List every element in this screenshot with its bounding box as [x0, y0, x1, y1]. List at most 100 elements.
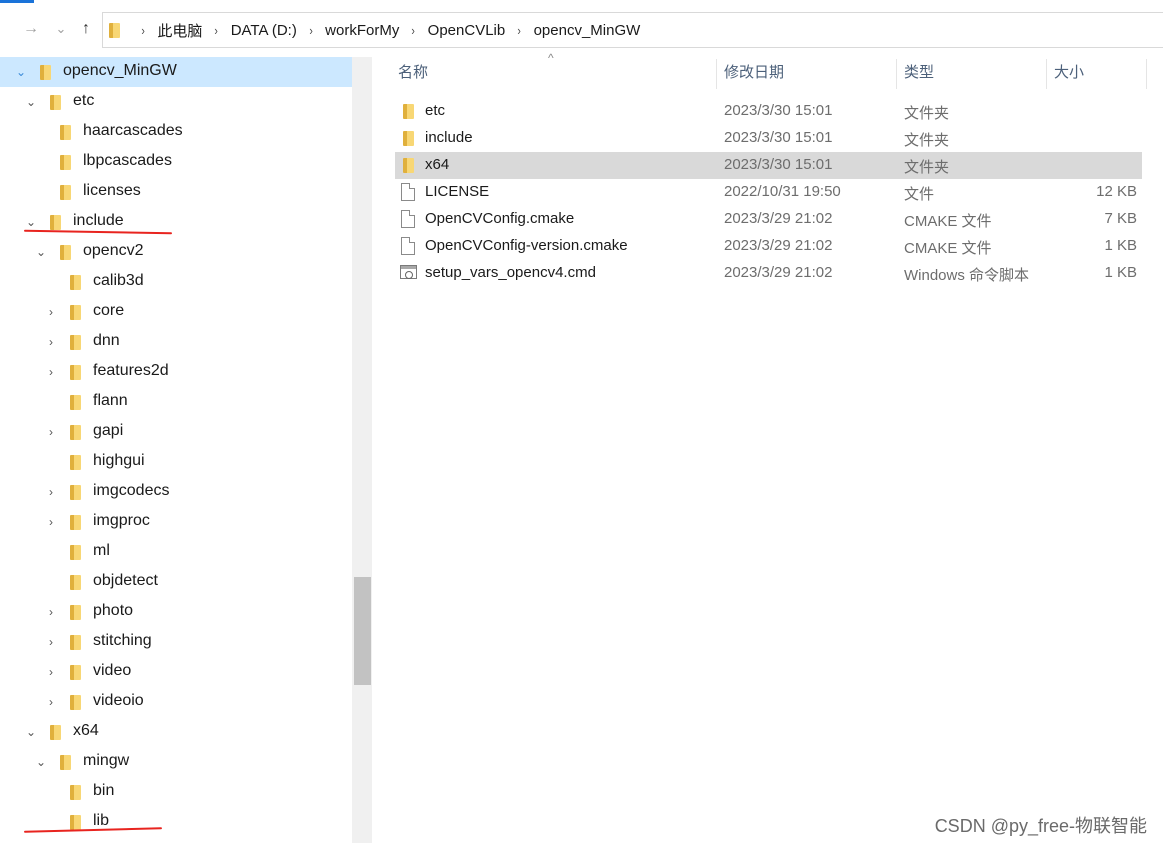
tree-item[interactable]: licenses	[0, 177, 352, 207]
tree-item[interactable]: › features2d	[0, 357, 352, 387]
tree-item-label: lbpcascades	[83, 152, 172, 169]
file-row[interactable]: setup_vars_opencv4.cmd 2023/3/29 21:02 Win…	[395, 260, 1142, 287]
breadcrumb-separator[interactable]: ›	[208, 23, 224, 38]
file-type: CMAKE 文件	[904, 213, 992, 230]
up-button[interactable]: ↑	[75, 18, 97, 40]
chevron-down-icon[interactable]	[34, 185, 48, 199]
tree-item-label: opencv2	[83, 242, 144, 259]
scrollbar-thumb[interactable]	[354, 577, 371, 685]
sort-indicator-icon: ^	[548, 51, 554, 65]
tree-item[interactable]: › imgproc	[0, 507, 352, 537]
chevron-right-icon[interactable]: ›	[44, 335, 58, 349]
recent-locations-dropdown[interactable]: ⌄	[50, 18, 72, 40]
chevron-right-icon[interactable]: ›	[44, 485, 58, 499]
tree-item[interactable]: ml	[0, 537, 352, 567]
chevron-down-icon[interactable]: ⌄	[34, 755, 48, 769]
chevron-down-icon[interactable]	[44, 545, 58, 559]
tree-item-label: calib3d	[93, 272, 144, 289]
file-icon	[401, 237, 415, 255]
breadcrumb-item-drive[interactable]: DATA (D:)	[227, 22, 301, 39]
breadcrumb-separator[interactable]: ›	[511, 23, 527, 38]
back-button[interactable]: →	[20, 18, 42, 40]
tree-item[interactable]: ⌄ include	[0, 207, 352, 237]
breadcrumb-separator[interactable]: ›	[303, 23, 319, 38]
tree-item[interactable]: objdetect	[0, 567, 352, 597]
chevron-down-icon[interactable]	[44, 575, 58, 589]
tree-item[interactable]: › stitching	[0, 627, 352, 657]
tree-item-label: dnn	[93, 332, 120, 349]
file-type: 文件夹	[904, 159, 950, 176]
tree-item[interactable]: › dnn	[0, 327, 352, 357]
file-row[interactable]: OpenCVConfig-version.cmake 2023/3/29 21:0…	[395, 233, 1142, 260]
chevron-down-icon[interactable]: ⌄	[34, 245, 48, 259]
tree-item[interactable]: ⌄ x64	[0, 717, 352, 747]
folder-icon	[403, 130, 415, 147]
column-divider[interactable]	[1146, 59, 1147, 89]
tree-item[interactable]: › videoio	[0, 687, 352, 717]
breadcrumb-separator[interactable]: ›	[405, 23, 421, 38]
tree-item[interactable]: › gapi	[0, 417, 352, 447]
chevron-right-icon[interactable]: ›	[44, 515, 58, 529]
watermark: CSDN @py_free-物联智能	[934, 816, 1147, 836]
tree-item[interactable]: lib	[0, 807, 352, 837]
address-bar[interactable]: › 此电脑 › DATA (D:) › workForMy › OpenCVLi…	[102, 12, 1163, 48]
tree-item[interactable]: haarcascades	[0, 117, 352, 147]
tree-item-label: objdetect	[93, 572, 158, 589]
tree-item[interactable]: ⌄ opencv2	[0, 237, 352, 267]
chevron-down-icon[interactable]	[34, 155, 48, 169]
chevron-down-icon[interactable]	[44, 815, 58, 829]
folder-icon	[50, 214, 62, 231]
tree-item[interactable]: calib3d	[0, 267, 352, 297]
chevron-down-icon[interactable]: ⌄	[14, 65, 28, 79]
column-divider[interactable]	[896, 59, 897, 89]
file-row[interactable]: include 2023/3/30 15:01 文件夹	[395, 125, 1142, 152]
chevron-down-icon[interactable]: ⌄	[24, 215, 38, 229]
column-divider[interactable]	[716, 59, 717, 89]
column-header-type[interactable]: 类型	[904, 57, 934, 89]
tree-item[interactable]: lbpcascades	[0, 147, 352, 177]
chevron-right-icon[interactable]: ›	[44, 365, 58, 379]
file-row[interactable]: x64 2023/3/30 15:01 文件夹	[395, 152, 1142, 179]
chevron-down-icon[interactable]	[44, 275, 58, 289]
file-row[interactable]: etc 2023/3/30 15:01 文件夹	[395, 98, 1142, 125]
breadcrumb-item-workformy[interactable]: workForMy	[321, 22, 403, 39]
chevron-down-icon[interactable]: ⌄	[24, 95, 38, 109]
file-modified: 2023/3/30 15:01	[724, 129, 833, 146]
chevron-down-icon[interactable]	[44, 785, 58, 799]
chevron-right-icon[interactable]: ›	[44, 635, 58, 649]
tree-item[interactable]: highgui	[0, 447, 352, 477]
column-header-name[interactable]: 名称	[398, 57, 428, 89]
tree-item[interactable]: bin	[0, 777, 352, 807]
file-row[interactable]: LICENSE 2022/10/31 19:50 文件 12 KB	[395, 179, 1142, 206]
breadcrumb-item-opencvlib[interactable]: OpenCVLib	[424, 22, 510, 39]
tree-item[interactable]: ⌄ opencv_MinGW	[0, 57, 352, 87]
tree-item[interactable]: › video	[0, 657, 352, 687]
tree-scrollbar[interactable]	[352, 57, 372, 843]
tree-item[interactable]: ⌄ etc	[0, 87, 352, 117]
chevron-right-icon[interactable]: ›	[44, 695, 58, 709]
tree-item[interactable]: ⌄ mingw	[0, 747, 352, 777]
tree-item[interactable]: › imgcodecs	[0, 477, 352, 507]
chevron-right-icon[interactable]: ›	[44, 305, 58, 319]
chevron-right-icon[interactable]: ›	[44, 605, 58, 619]
column-header-modified[interactable]: 修改日期	[724, 57, 784, 89]
column-header-size[interactable]: 大小	[1054, 57, 1084, 89]
chevron-right-icon[interactable]: ›	[44, 425, 58, 439]
column-divider[interactable]	[1046, 59, 1047, 89]
chevron-right-icon[interactable]: ›	[44, 665, 58, 679]
tree-item[interactable]: › photo	[0, 597, 352, 627]
folder-icon	[70, 694, 82, 711]
chevron-down-icon[interactable]: ⌄	[24, 725, 38, 739]
breadcrumb-item-this-pc[interactable]: 此电脑	[153, 20, 206, 41]
folder-icon	[403, 157, 415, 174]
file-size: 12 KB	[1096, 183, 1137, 200]
file-type: CMAKE 文件	[904, 240, 992, 257]
breadcrumb-item-current[interactable]: opencv_MinGW	[530, 22, 645, 39]
chevron-down-icon[interactable]	[44, 395, 58, 409]
breadcrumb-separator[interactable]: ›	[135, 23, 151, 38]
file-row[interactable]: OpenCVConfig.cmake 2023/3/29 21:02 CMAKE 文…	[395, 206, 1142, 233]
tree-item[interactable]: flann	[0, 387, 352, 417]
chevron-down-icon[interactable]	[44, 455, 58, 469]
tree-item[interactable]: › core	[0, 297, 352, 327]
chevron-down-icon[interactable]	[34, 125, 48, 139]
